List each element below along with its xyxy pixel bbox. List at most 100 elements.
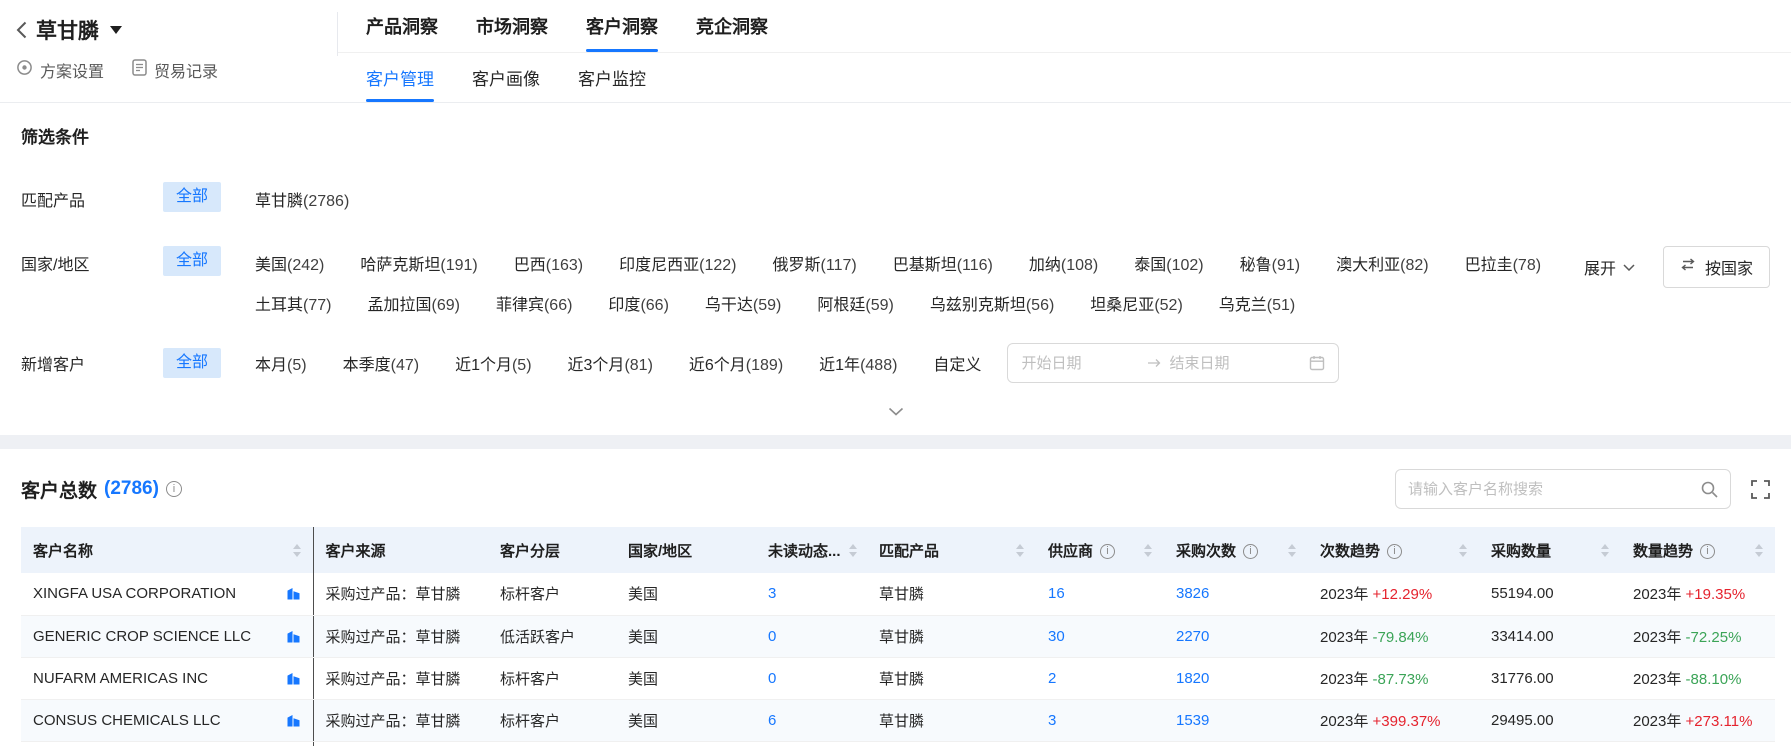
search-icon[interactable]: [1701, 481, 1718, 498]
country-filter-option[interactable]: 印度(66): [608, 291, 668, 315]
info-icon[interactable]: [1243, 544, 1258, 559]
company-monitor-icon[interactable]: [286, 713, 301, 728]
suppliers-link[interactable]: 16: [1048, 585, 1065, 602]
sub-tab[interactable]: 客户画像: [472, 53, 540, 102]
country-filter-option[interactable]: 加纳(108): [1029, 251, 1098, 275]
country-filter-option[interactable]: 乌干达(59): [705, 291, 781, 315]
country-all-chip[interactable]: 全部: [163, 246, 221, 276]
cell-customer-source: 采购过产品：草甘膦: [313, 657, 488, 699]
start-date-input[interactable]: [1021, 355, 1139, 372]
country-filter-option[interactable]: 孟加拉国(69): [367, 291, 459, 315]
time-filter-option[interactable]: 近3个月(81): [568, 351, 653, 375]
trend-value: +12.29%: [1373, 586, 1433, 603]
country-filter-option[interactable]: 坦桑尼亚(52): [1090, 291, 1182, 315]
col-header-suppliers[interactable]: 供应商: [1036, 527, 1164, 573]
col-header-unread[interactable]: 未读动态...: [756, 527, 867, 573]
country-filter-option[interactable]: 乌克兰(51): [1219, 291, 1295, 315]
cell-product: 草甘膦: [867, 741, 1036, 746]
country-filter-option[interactable]: 菲律宾(66): [496, 291, 572, 315]
country-filter-option[interactable]: 巴拉圭(78): [1465, 251, 1541, 275]
country-filter-option[interactable]: 美国(242): [255, 251, 324, 275]
calendar-icon[interactable]: [1309, 355, 1325, 371]
purchases-link[interactable]: 1820: [1176, 670, 1209, 687]
suppliers-link[interactable]: 3: [1048, 712, 1056, 729]
info-icon[interactable]: [1100, 544, 1115, 559]
table-row[interactable]: XINGFA USA CORPORATION 采购过产品：草甘膦 标杆客户 美国…: [21, 573, 1775, 615]
table-row[interactable]: GENERIC CROP SCIENCE LLC 采购过产品：草甘膦 低活跃客户…: [21, 615, 1775, 657]
customer-search-input[interactable]: [1408, 481, 1701, 498]
custom-range-option[interactable]: 自定义: [933, 351, 981, 375]
country-filter-option[interactable]: 印度尼西亚(122): [619, 251, 736, 275]
unread-link[interactable]: 6: [768, 712, 776, 729]
country-filter-option[interactable]: 阿根廷(59): [817, 291, 893, 315]
time-filter-option[interactable]: 本季度(47): [343, 351, 419, 375]
chevron-down-icon[interactable]: [110, 26, 122, 34]
sort-icon[interactable]: [1288, 544, 1296, 557]
date-range-picker[interactable]: [1007, 343, 1339, 383]
country-filter-option[interactable]: 巴基斯坦(116): [893, 251, 993, 275]
table-row[interactable]: CINMAX INTERNATIONAL LLC 采购过产品：草甘膦 标杆客户 …: [21, 741, 1775, 746]
country-filter-option[interactable]: 哈萨克斯坦(191): [360, 251, 477, 275]
unread-link[interactable]: 0: [768, 628, 776, 645]
time-filter-option[interactable]: 近1年(488): [819, 351, 897, 375]
company-monitor-icon[interactable]: [286, 586, 301, 601]
product-all-chip[interactable]: 全部: [163, 182, 221, 212]
col-header-product[interactable]: 匹配产品: [867, 527, 1036, 573]
fullscreen-icon[interactable]: [1751, 480, 1770, 499]
end-date-input[interactable]: [1169, 355, 1287, 372]
by-country-button[interactable]: 按国家: [1663, 246, 1770, 288]
customer-name: CONSUS CHEMICALS LLC: [33, 712, 221, 729]
col-header-quantity-trend[interactable]: 数量趋势: [1621, 527, 1775, 573]
time-filter-option[interactable]: 近6个月(189): [689, 351, 783, 375]
unread-link[interactable]: 0: [768, 670, 776, 687]
unread-link[interactable]: 3: [768, 585, 776, 602]
cell-customer-tier: 标杆客户: [488, 741, 616, 746]
main-tab[interactable]: 产品洞察: [366, 0, 438, 52]
country-filter-option[interactable]: 澳大利亚(82): [1336, 251, 1428, 275]
company-monitor-icon[interactable]: [286, 671, 301, 686]
sort-icon[interactable]: [1016, 544, 1024, 557]
sub-tab[interactable]: 客户监控: [578, 53, 646, 102]
suppliers-link[interactable]: 2: [1048, 670, 1056, 687]
country-filter-option[interactable]: 俄罗斯(117): [773, 251, 857, 275]
sort-icon[interactable]: [1459, 544, 1467, 557]
plan-settings-button[interactable]: 方案设置: [16, 58, 104, 82]
main-tab[interactable]: 市场洞察: [476, 0, 548, 52]
purchases-link[interactable]: 2270: [1176, 628, 1209, 645]
country-filter-option[interactable]: 秘鲁(91): [1240, 251, 1300, 275]
col-header-name[interactable]: 客户名称: [21, 527, 313, 573]
sort-icon[interactable]: [1755, 544, 1763, 557]
company-monitor-icon[interactable]: [286, 629, 301, 644]
table-row[interactable]: CONSUS CHEMICALS LLC 采购过产品：草甘膦 标杆客户 美国 6…: [21, 699, 1775, 741]
country-filter-option[interactable]: 泰国(102): [1134, 251, 1203, 275]
country-filter-option[interactable]: 乌兹别克斯坦(56): [930, 291, 1054, 315]
time-filter-option[interactable]: 本月(5): [255, 351, 307, 375]
trade-records-button[interactable]: 贸易记录: [132, 58, 218, 82]
purchases-link[interactable]: 1539: [1176, 712, 1209, 729]
purchases-link[interactable]: 3826: [1176, 585, 1209, 602]
info-icon[interactable]: [1387, 544, 1402, 559]
col-header-purchase-trend[interactable]: 次数趋势: [1308, 527, 1479, 573]
collapse-filters-button[interactable]: [21, 383, 1770, 427]
col-header-quantity[interactable]: 采购数量: [1479, 527, 1621, 573]
sort-icon[interactable]: [849, 544, 857, 557]
suppliers-link[interactable]: 30: [1048, 628, 1065, 645]
main-tab[interactable]: 竞企洞察: [696, 0, 768, 52]
table-row[interactable]: NUFARM AMERICAS INC 采购过产品：草甘膦 标杆客户 美国 0 …: [21, 657, 1775, 699]
new-customer-all-chip[interactable]: 全部: [163, 348, 221, 378]
back-icon[interactable]: [16, 21, 27, 39]
sub-tab[interactable]: 客户管理: [366, 53, 434, 102]
main-tab[interactable]: 客户洞察: [586, 0, 658, 52]
info-icon[interactable]: [166, 481, 182, 497]
sort-icon[interactable]: [1601, 544, 1609, 557]
sort-icon[interactable]: [1144, 544, 1152, 557]
cell-product: 草甘膦: [867, 615, 1036, 657]
expand-toggle[interactable]: 展开: [1584, 255, 1635, 279]
col-header-purchases[interactable]: 采购次数: [1164, 527, 1308, 573]
time-filter-option[interactable]: 近1个月(5): [455, 351, 531, 375]
country-filter-option[interactable]: 土耳其(77): [255, 291, 331, 315]
sort-icon[interactable]: [293, 544, 301, 557]
country-filter-option[interactable]: 巴西(163): [514, 251, 583, 275]
info-icon[interactable]: [1700, 544, 1715, 559]
product-filter-option[interactable]: 草甘膦(2786): [255, 187, 349, 211]
